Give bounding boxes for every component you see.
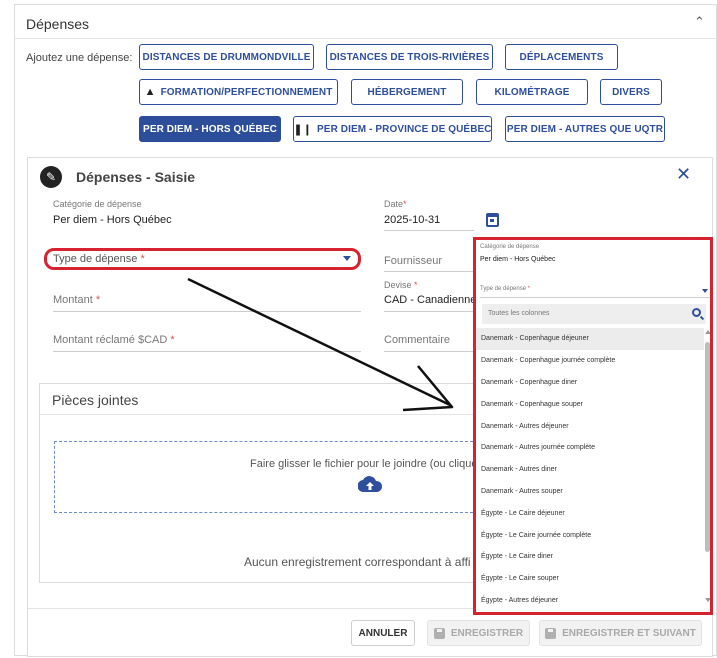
list-item[interactable]: Égypte - Le Caire journée complète <box>476 524 704 546</box>
dropdown-category-label: Catégorie de dépense <box>480 244 540 250</box>
required-mark: * <box>527 286 531 292</box>
dropdown-options-list: Danemark - Copenhague déjeuner Danemark … <box>476 328 704 611</box>
dropdown-search-input[interactable]: Toutes les colonnes <box>482 304 706 324</box>
list-item[interactable]: Égypte - Le Caire déjeuner <box>476 502 704 524</box>
scroll-up-icon[interactable] <box>705 330 710 334</box>
scrollbar-thumb[interactable] <box>705 342 710 552</box>
dropdown-type-underline <box>480 297 710 298</box>
expense-type-dropdown: Catégorie de dépense Per diem - Hors Qué… <box>473 237 713 615</box>
list-item[interactable]: Danemark - Copenhague journée complète <box>476 350 704 372</box>
search-icon[interactable] <box>692 308 701 317</box>
list-item[interactable]: Danemark - Autres souper <box>476 481 704 503</box>
chevron-down-icon[interactable] <box>702 289 708 293</box>
dropdown-type-label[interactable]: Type de dépense * <box>480 286 530 292</box>
list-item[interactable]: Danemark - Copenhague souper <box>476 393 704 415</box>
list-item[interactable]: Danemark - Autres déjeuner <box>476 415 704 437</box>
list-item[interactable]: Danemark - Autres diner <box>476 459 704 481</box>
dropdown-type-text: Type de dépense <box>480 286 527 292</box>
list-item[interactable]: Danemark - Copenhague diner <box>476 372 704 394</box>
dropdown-scrollbar[interactable] <box>704 330 710 608</box>
list-item[interactable]: Égypte - Autres déjeuner <box>476 590 704 612</box>
search-placeholder: Toutes les colonnes <box>488 310 550 317</box>
dropdown-category-value: Per diem - Hors Québec <box>480 256 556 263</box>
list-item[interactable]: Égypte - Le Caire souper <box>476 568 704 590</box>
list-item[interactable]: Danemark - Autres journée complète <box>476 437 704 459</box>
scroll-down-icon[interactable] <box>705 598 710 602</box>
list-item[interactable]: Danemark - Copenhague déjeuner <box>476 328 704 350</box>
list-item[interactable]: Égypte - Le Caire diner <box>476 546 704 568</box>
